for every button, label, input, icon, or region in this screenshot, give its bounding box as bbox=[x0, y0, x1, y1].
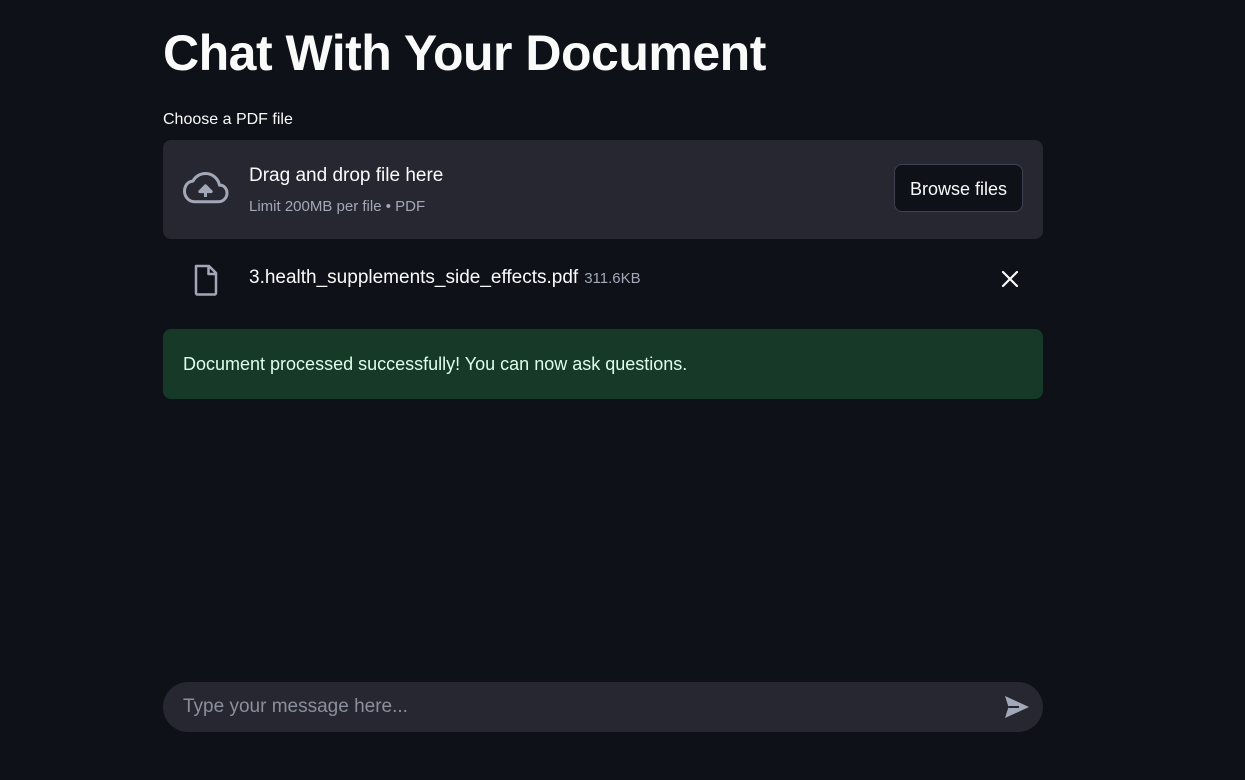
send-icon[interactable] bbox=[1003, 694, 1031, 720]
cloud-upload-icon bbox=[183, 172, 229, 204]
file-dropzone[interactable]: Drag and drop file here Limit 200MB per … bbox=[163, 140, 1043, 239]
file-icon bbox=[194, 264, 218, 296]
browse-files-button[interactable]: Browse files bbox=[893, 164, 1023, 212]
close-icon[interactable] bbox=[997, 266, 1023, 292]
chat-input-container bbox=[163, 682, 1043, 732]
uploaded-file-name: 3.health_supplements_side_effects.pdf 311… bbox=[249, 266, 641, 291]
dropzone-instructions: Drag and drop file here bbox=[249, 165, 444, 186]
success-alert: Document processed successfully! You can… bbox=[163, 329, 1043, 399]
file-name-text: 3.health_supplements_side_effects.pdf bbox=[249, 267, 579, 288]
success-message: Document processed successfully! You can… bbox=[183, 354, 688, 374]
dropzone-limit-text: Limit 200MB per file • PDF bbox=[249, 198, 426, 215]
chat-message-input[interactable] bbox=[183, 682, 973, 732]
uploaded-file-row: 3.health_supplements_side_effects.pdf 311… bbox=[163, 254, 1043, 302]
file-uploader-label: Choose a PDF file bbox=[163, 111, 293, 128]
app-page: Chat With Your Document Choose a PDF fil… bbox=[0, 0, 1245, 780]
page-title: Chat With Your Document bbox=[163, 25, 766, 81]
file-size: 311.6KB bbox=[584, 270, 641, 287]
